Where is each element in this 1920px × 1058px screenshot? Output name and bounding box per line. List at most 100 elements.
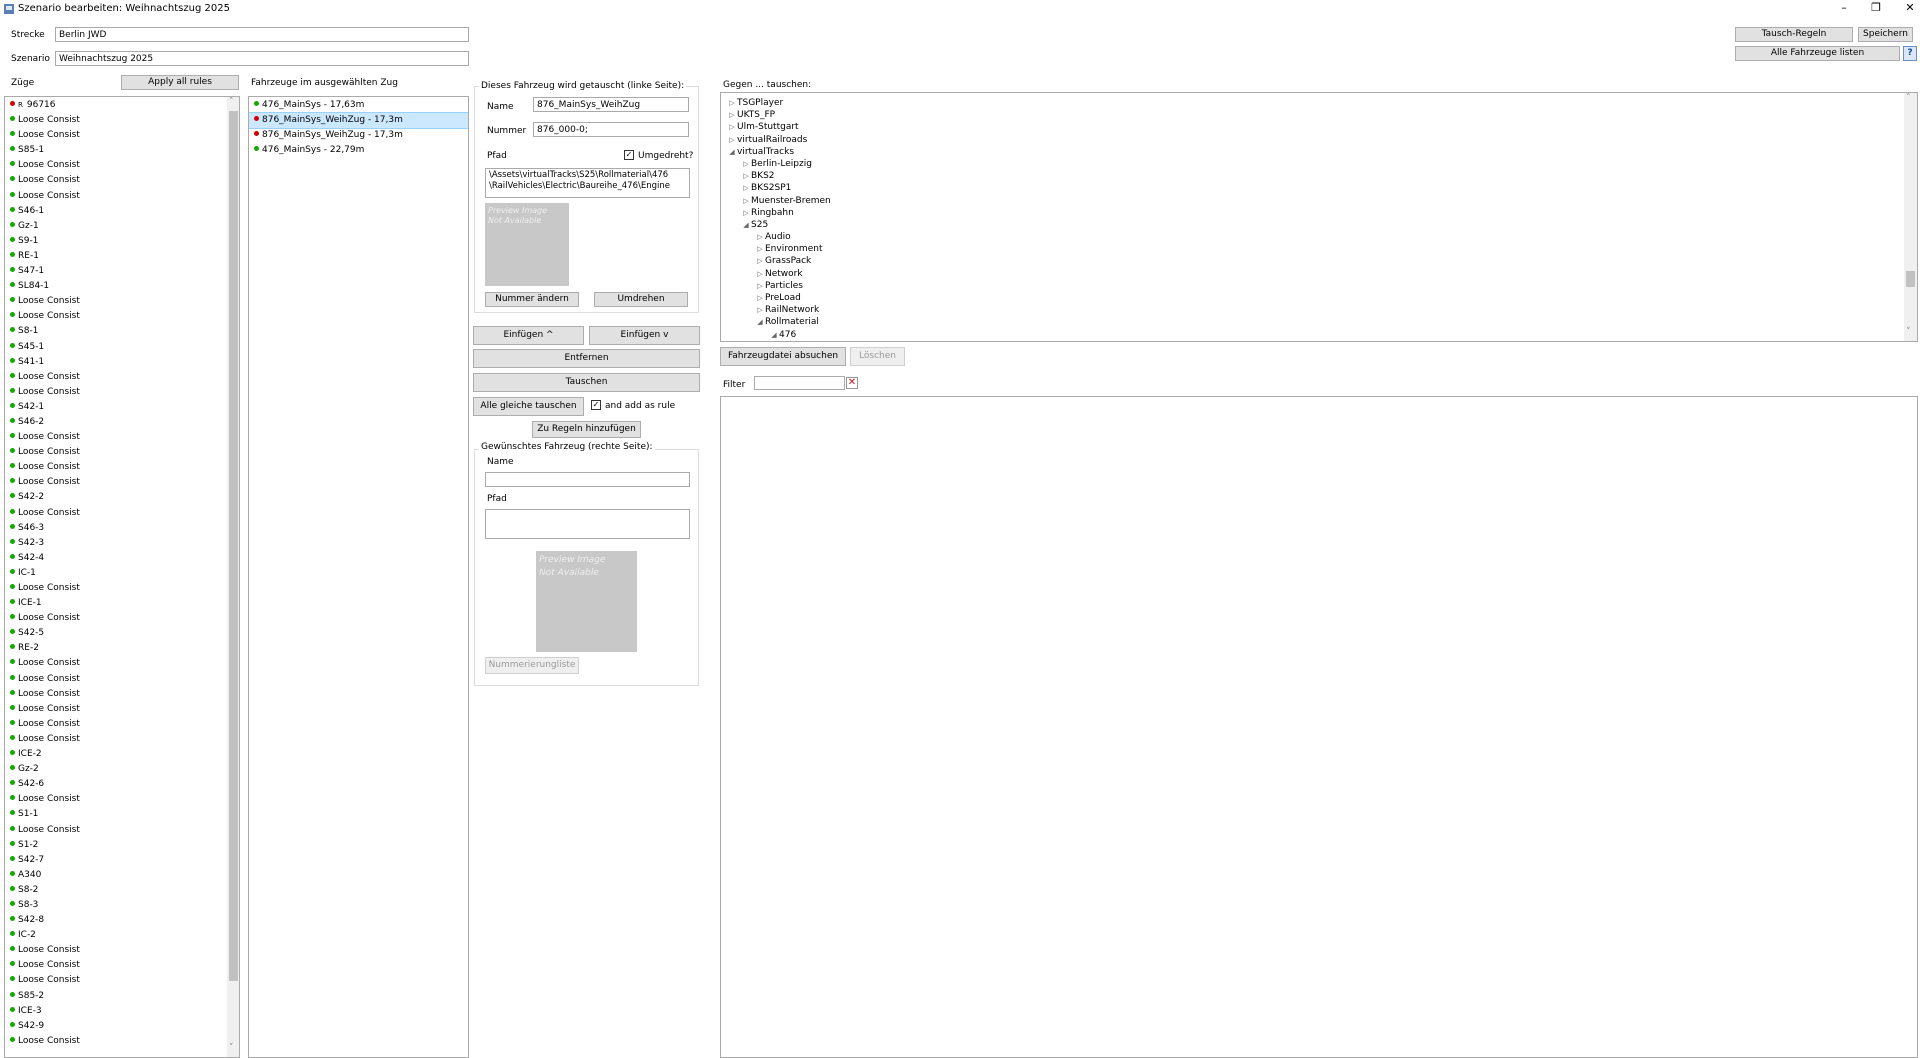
loeschen-button[interactable]: Löschen xyxy=(850,347,905,366)
expanded-arrow-icon[interactable]: ◢ xyxy=(769,329,779,341)
train-list-item[interactable]: Gz-1 xyxy=(5,219,227,234)
tree-node[interactable]: ▷ RailNetwork xyxy=(727,304,1897,316)
tree-node[interactable]: ◢ Rollmaterial xyxy=(727,316,1897,328)
tree-node[interactable]: ▷ BKS2SP1 xyxy=(727,182,1897,194)
vehicle-list-item[interactable]: 476_MainSys - 22,79m xyxy=(249,143,468,158)
collapsed-arrow-icon[interactable]: ▷ xyxy=(755,243,765,255)
expanded-arrow-icon[interactable]: ◢ xyxy=(741,219,751,231)
train-list-item[interactable]: S41-1 xyxy=(5,355,227,370)
collapsed-arrow-icon[interactable]: ▷ xyxy=(727,109,737,121)
tree-scrollbar[interactable]: ˄ ˅ xyxy=(1904,93,1917,341)
train-list-item[interactable]: S42-3 xyxy=(5,536,227,551)
left-name-field[interactable]: 876_MainSys_WeihZug xyxy=(533,97,689,112)
train-list-item[interactable]: Loose Consist xyxy=(5,506,227,521)
trains-list[interactable]: R 96716 Loose Consist Loose Consist S85-1 Loo… xyxy=(4,96,240,1058)
train-list-item[interactable]: Loose Consist xyxy=(5,1034,227,1049)
train-list-item[interactable]: S42-6 xyxy=(5,777,227,792)
collapsed-arrow-icon[interactable]: ▷ xyxy=(741,182,751,194)
vehicle-list-item[interactable]: 876_MainSys_WeihZug - 17,3m xyxy=(249,112,468,130)
train-list-item[interactable]: A340 xyxy=(5,868,227,883)
train-list-item[interactable]: S9-1 xyxy=(5,234,227,249)
tauschen-button[interactable]: Tauschen xyxy=(473,373,700,392)
train-list-item[interactable]: Loose Consist xyxy=(5,309,227,324)
collapsed-arrow-icon[interactable]: ▷ xyxy=(741,195,751,207)
train-list-item[interactable]: Loose Consist xyxy=(5,732,227,747)
apply-all-rules-button[interactable]: Apply all rules xyxy=(121,75,239,90)
scroll-up-icon[interactable]: ˄ xyxy=(1906,93,1911,103)
train-list-item[interactable]: Loose Consist xyxy=(5,687,227,702)
train-list-item[interactable]: S46-2 xyxy=(5,415,227,430)
collapsed-arrow-icon[interactable]: ▷ xyxy=(755,292,765,304)
train-list-item[interactable]: Loose Consist xyxy=(5,158,227,173)
train-list-item[interactable]: S85-2 xyxy=(5,989,227,1004)
collapsed-arrow-icon[interactable]: ▷ xyxy=(727,97,737,109)
tree-node[interactable]: ▷ Audio xyxy=(727,231,1897,243)
tree-node[interactable]: ◢ S25 xyxy=(727,219,1897,231)
expanded-arrow-icon[interactable]: ◢ xyxy=(727,146,737,158)
tree-node[interactable]: ◢ 476 xyxy=(727,329,1897,341)
collapsed-arrow-icon[interactable]: ▷ xyxy=(741,170,751,182)
train-list-item[interactable]: ICE-3 xyxy=(5,1004,227,1019)
left-nummer-field[interactable]: 876_000-0; xyxy=(533,122,689,137)
tree-node[interactable]: ◢ virtualTracks xyxy=(727,146,1897,158)
right-pfad-field[interactable] xyxy=(485,509,690,539)
tree-node[interactable]: ▷ Ringbahn xyxy=(727,207,1897,219)
scroll-down-icon[interactable]: ˅ xyxy=(229,1043,234,1053)
filter-input[interactable] xyxy=(754,376,845,390)
collapsed-arrow-icon[interactable]: ▷ xyxy=(755,304,765,316)
train-list-item[interactable]: S45-1 xyxy=(5,340,227,355)
tree-node[interactable]: ▷ virtualRailroads xyxy=(727,134,1897,146)
train-list-item[interactable]: Loose Consist xyxy=(5,189,227,204)
zu-regeln-hinzufuegen-button[interactable]: Zu Regeln hinzufügen xyxy=(532,421,641,438)
train-list-item[interactable]: S42-2 xyxy=(5,490,227,505)
train-list-item[interactable]: Loose Consist xyxy=(5,113,227,128)
train-list-item[interactable]: S42-7 xyxy=(5,853,227,868)
restore-icon[interactable]: ❐ xyxy=(1866,2,1886,14)
train-list-item[interactable]: Loose Consist xyxy=(5,943,227,958)
train-list-item[interactable]: S1-1 xyxy=(5,807,227,822)
tree-scroll-thumb[interactable] xyxy=(1906,271,1915,287)
train-list-item[interactable]: S8-2 xyxy=(5,883,227,898)
entfernen-button[interactable]: Entfernen xyxy=(473,349,700,368)
alle-fahrzeuge-listen-button[interactable]: Alle Fahrzeuge listen xyxy=(1735,46,1900,61)
close-icon[interactable]: ✕ xyxy=(1900,2,1920,14)
train-list-item[interactable]: S42-1 xyxy=(5,400,227,415)
tree-node[interactable]: ▷ Environment xyxy=(727,243,1897,255)
collapsed-arrow-icon[interactable]: ▷ xyxy=(741,207,751,219)
train-list-item[interactable]: Loose Consist xyxy=(5,611,227,626)
train-list-item[interactable]: Loose Consist xyxy=(5,370,227,385)
tree-node[interactable]: ▷ TSGPlayer xyxy=(727,97,1897,109)
umdrehen-button[interactable]: Umdrehen xyxy=(594,292,688,307)
train-list-item[interactable]: S42-4 xyxy=(5,551,227,566)
tree-node[interactable]: ▷ Muenster-Bremen xyxy=(727,195,1897,207)
minimize-icon[interactable]: – xyxy=(1834,2,1854,14)
tree-node[interactable]: ▷ Network xyxy=(727,268,1897,280)
szenario-field[interactable]: Weihnachtszug 2025 xyxy=(55,51,469,66)
collapsed-arrow-icon[interactable]: ▷ xyxy=(727,121,737,133)
expanded-arrow-icon[interactable]: ◢ xyxy=(755,316,765,328)
collapsed-arrow-icon[interactable]: ▷ xyxy=(755,280,765,292)
umgedreht-checkbox[interactable]: ✓ xyxy=(624,150,634,160)
tree-node[interactable]: ▷ Berlin-Leipzig xyxy=(727,158,1897,170)
einfuegen-up-button[interactable]: Einfügen ^ xyxy=(473,326,584,345)
tree-node[interactable]: ▷ GrassPack xyxy=(727,255,1897,267)
clear-filter-icon[interactable]: ✕ xyxy=(846,377,858,389)
tree-node[interactable]: ▷ Particles xyxy=(727,280,1897,292)
train-list-item[interactable]: RE-1 xyxy=(5,249,227,264)
train-list-item[interactable]: Loose Consist xyxy=(5,173,227,188)
trains-scroll-thumb[interactable] xyxy=(229,111,238,981)
tree-node[interactable]: ▷ BKS2 xyxy=(727,170,1897,182)
train-list-item[interactable]: IC-2 xyxy=(5,928,227,943)
einfuegen-down-button[interactable]: Einfügen v xyxy=(589,326,700,345)
train-list-item[interactable]: Loose Consist xyxy=(5,294,227,309)
collapsed-arrow-icon[interactable]: ▷ xyxy=(755,255,765,267)
train-list-item[interactable]: Loose Consist xyxy=(5,656,227,671)
nummer-aendern-button[interactable]: Nummer ändern xyxy=(485,292,579,307)
train-list-item[interactable]: Gz-2 xyxy=(5,762,227,777)
train-list-item[interactable]: Loose Consist xyxy=(5,475,227,490)
collapsed-arrow-icon[interactable]: ▷ xyxy=(727,134,737,146)
train-list-item[interactable]: RE-2 xyxy=(5,641,227,656)
train-list-item[interactable]: ICE-1 xyxy=(5,596,227,611)
train-list-item[interactable]: Loose Consist xyxy=(5,385,227,400)
train-list-item[interactable]: S47-1 xyxy=(5,264,227,279)
